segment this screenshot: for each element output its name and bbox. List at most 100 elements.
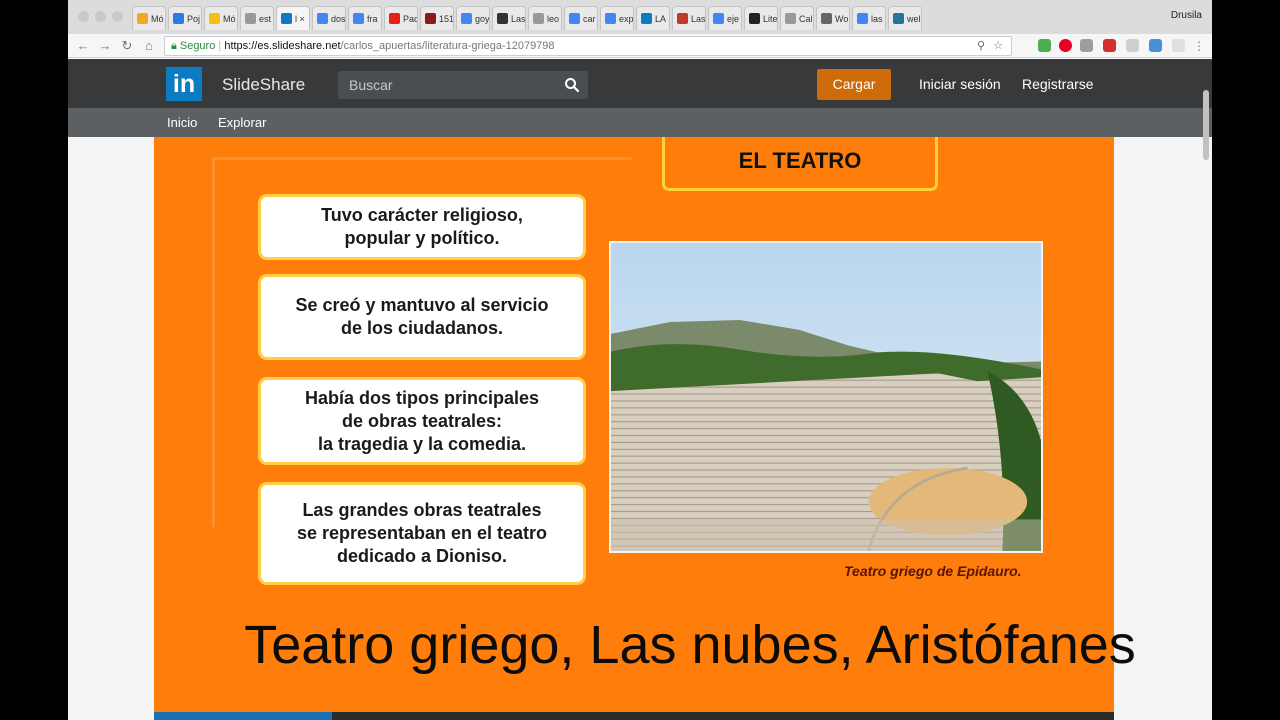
browser-tab[interactable]: Las — [492, 6, 526, 30]
sub-navigation: Inicio Explorar — [68, 108, 1212, 137]
tab-label: fra — [367, 13, 378, 24]
browser-tab[interactable]: dos — [312, 6, 346, 30]
slide-card: Las grandes obras teatrales se represent… — [258, 482, 586, 585]
tab-label: LA — [655, 13, 667, 24]
shield-extension-icon[interactable] — [1149, 39, 1162, 52]
browser-tab[interactable]: Pac — [384, 6, 418, 30]
tab-label: Las — [511, 13, 526, 24]
search-input[interactable]: Buscar — [349, 77, 393, 93]
back-icon[interactable]: ← — [74, 37, 92, 55]
youtube-icon — [389, 13, 400, 24]
slide-card: Había dos tipos principales de obras tea… — [258, 377, 586, 465]
slide-card-text: Tuvo carácter religioso, popular y polít… — [321, 205, 523, 248]
url-host: https://es.slideshare.net — [224, 40, 341, 52]
photo-caption: Teatro griego de Epidauro. — [844, 563, 1022, 579]
tab-label: exp — [619, 13, 634, 24]
linkedin-icon — [641, 13, 652, 24]
scrollbar-thumb[interactable] — [1203, 90, 1209, 160]
bookmark-star-icon[interactable]: ☆ — [993, 37, 1003, 55]
slide-card-text: Se creó y mantuvo al servicio de los ciu… — [295, 295, 549, 338]
browser-tab[interactable]: las — [852, 6, 886, 30]
linkedin-logo-icon[interactable]: in — [166, 67, 202, 101]
extension-icon[interactable] — [1126, 39, 1139, 52]
browser-tab[interactable]: Poj — [168, 6, 202, 30]
tab-label: eje — [727, 13, 740, 24]
tab-strip: Mó Poj Mó est l × dos fra Pac 151 goy Las leo car exp… — [68, 0, 1212, 34]
upload-button[interactable]: Cargar — [817, 69, 891, 100]
browser-tab[interactable]: l × — [276, 6, 310, 30]
profile-name[interactable]: Drusila — [1171, 10, 1202, 21]
tab-label: est — [259, 13, 272, 24]
signup-link[interactable]: Registrarse — [1022, 76, 1094, 92]
slide-card-text: Había dos tipos principales de obras tea… — [304, 387, 540, 454]
browser-toolbar: ← → ↻ ⌂ 🔒︎ Seguro | https://es.slideshare… — [68, 34, 1212, 58]
home-icon[interactable]: ⌂ — [140, 37, 158, 55]
tab-label: dos — [331, 13, 346, 24]
browser-tab[interactable]: fra — [348, 6, 382, 30]
reload-icon[interactable]: ↻ — [118, 37, 136, 55]
epidaurus-theater-image — [611, 243, 1041, 551]
gmail-extension-icon[interactable] — [1103, 39, 1116, 52]
browser-tab[interactable]: Cal — [780, 6, 814, 30]
forward-icon[interactable]: → — [96, 37, 114, 55]
search-icon[interactable] — [564, 77, 580, 93]
doc-icon — [533, 13, 544, 24]
browser-tab[interactable]: est — [240, 6, 274, 30]
extension-icon[interactable] — [1172, 39, 1185, 52]
google-icon — [713, 13, 724, 24]
tab-label: Mó — [151, 13, 164, 24]
folder-icon — [137, 13, 148, 24]
browser-tab[interactable]: car — [564, 6, 598, 30]
url-path: /carlos_apuertas/literatura-griega-12079… — [340, 40, 555, 52]
search-box[interactable]: Buscar — [338, 71, 588, 99]
browser-tab[interactable]: exp — [600, 6, 634, 30]
browser-tab[interactable]: Lite — [744, 6, 778, 30]
browser-tab[interactable]: leo — [528, 6, 562, 30]
tab-label: wel — [907, 13, 921, 24]
brand-name[interactable]: SlideShare — [222, 75, 305, 95]
browser-window: Mó Poj Mó est l × dos fra Pac 151 goy Las leo car exp… — [68, 0, 1212, 720]
login-link[interactable]: Iniciar sesión — [919, 76, 1001, 92]
browser-tab[interactable]: Wo — [816, 6, 850, 30]
maximize-window-icon[interactable] — [112, 11, 123, 22]
linkedin-icon — [281, 13, 292, 24]
tab-label: 151 — [439, 13, 454, 24]
browser-tab[interactable]: goy — [456, 6, 490, 30]
p-icon — [173, 13, 184, 24]
e-icon — [749, 13, 760, 24]
tab-label: leo — [547, 13, 560, 24]
extension-icon[interactable] — [1080, 39, 1093, 52]
video-progress-bar[interactable] — [154, 712, 1114, 720]
address-bar[interactable]: 🔒︎ Seguro | https://es.slideshare.net/car… — [164, 36, 1012, 56]
tab-list: Mó Poj Mó est l × dos fra Pac 151 goy Las leo car exp… — [132, 6, 924, 30]
browser-tab[interactable]: Mó — [204, 6, 238, 30]
nav-home-link[interactable]: Inicio — [167, 115, 197, 130]
tab-label: Las — [691, 13, 706, 24]
browser-tab[interactable]: eje — [708, 6, 742, 30]
google-icon — [569, 13, 580, 24]
menu-kebab-icon[interactable]: ⋮ — [1190, 37, 1208, 55]
slide-title-box: EL TEATRO — [662, 137, 938, 191]
ta-icon — [425, 13, 436, 24]
close-window-icon[interactable] — [78, 11, 89, 22]
screen: Mó Poj Mó est l × dos fra Pac 151 goy Las leo car exp… — [0, 0, 1280, 720]
wordpress-icon — [893, 13, 904, 24]
browser-tab[interactable]: LA — [636, 6, 670, 30]
pinterest-extension-icon[interactable] — [1059, 39, 1072, 52]
s-icon — [677, 13, 688, 24]
browser-tab[interactable]: Las — [672, 6, 706, 30]
browser-tab[interactable]: wel — [888, 6, 922, 30]
tab-label: Pac — [403, 13, 418, 24]
slide-card-text: Las grandes obras teatrales se represent… — [296, 500, 548, 566]
drive-extension-icon[interactable] — [1038, 39, 1051, 52]
browser-tab[interactable]: Mó — [132, 6, 166, 30]
secure-label: Seguro — [179, 40, 216, 52]
browser-tab[interactable]: 151 — [420, 6, 454, 30]
slide-card: Tuvo carácter religioso, popular y polít… — [258, 194, 586, 260]
minimize-window-icon[interactable] — [95, 11, 106, 22]
google-icon — [353, 13, 364, 24]
zoom-icon[interactable]: ⚲ — [977, 37, 985, 55]
nav-explore-link[interactable]: Explorar — [218, 115, 266, 130]
google-icon — [461, 13, 472, 24]
tab-label: las — [871, 13, 883, 24]
